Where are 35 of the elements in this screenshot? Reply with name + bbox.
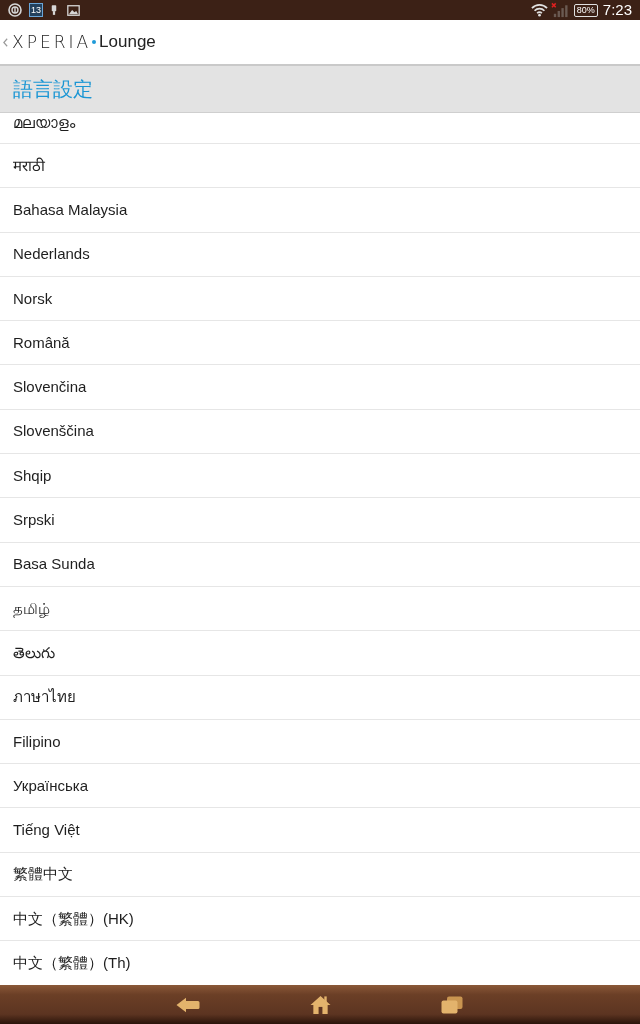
language-item[interactable]: Srpski [0, 498, 640, 543]
language-item[interactable]: Bahasa Malaysia [0, 188, 640, 233]
language-item[interactable]: Tiếng Việt [0, 808, 640, 853]
dot-icon [92, 40, 97, 44]
stacked-squares-icon [441, 995, 463, 1014]
device-icon [51, 4, 57, 16]
language-item[interactable]: தமிழ் [0, 586, 640, 632]
language-item[interactable]: ภาษาไทย [0, 675, 640, 720]
section-title: 語言設定 [13, 77, 93, 102]
calendar-icon: 13 [29, 3, 43, 17]
clock-time: 7:23 [602, 1, 632, 19]
brand-wordmark: XPERIA [12, 32, 92, 52]
language-item[interactable]: മലയാളം [0, 113, 640, 144]
chevron-left-icon[interactable] [3, 37, 8, 47]
language-item[interactable]: Українська [0, 764, 640, 809]
language-item[interactable]: Shqip [0, 454, 640, 499]
language-item[interactable]: Basa Sunda [0, 542, 640, 587]
wifi-icon [530, 3, 548, 17]
language-item[interactable]: मराठी [0, 144, 640, 189]
language-item[interactable]: Slovenčina [0, 365, 640, 410]
language-item[interactable]: తెలుగు [0, 631, 640, 676]
language-item[interactable]: Nederlands [0, 232, 640, 277]
language-item[interactable]: Slovenščina [0, 409, 640, 455]
language-item[interactable]: 繁體中文 [0, 852, 640, 898]
language-item[interactable]: Norsk [0, 276, 640, 322]
no-signal-icon [550, 2, 568, 18]
language-item[interactable]: Filipino [0, 719, 640, 765]
language-item[interactable]: Română [0, 321, 640, 366]
language-item[interactable]: 中文（繁體）(HK) [0, 897, 640, 942]
ring-icon [8, 3, 22, 17]
back-arrow-icon [176, 996, 200, 1013]
house-icon [309, 994, 331, 1015]
product-name: Lounge [99, 32, 156, 52]
picture-icon [67, 4, 80, 16]
battery-indicator: 80% [573, 3, 598, 17]
